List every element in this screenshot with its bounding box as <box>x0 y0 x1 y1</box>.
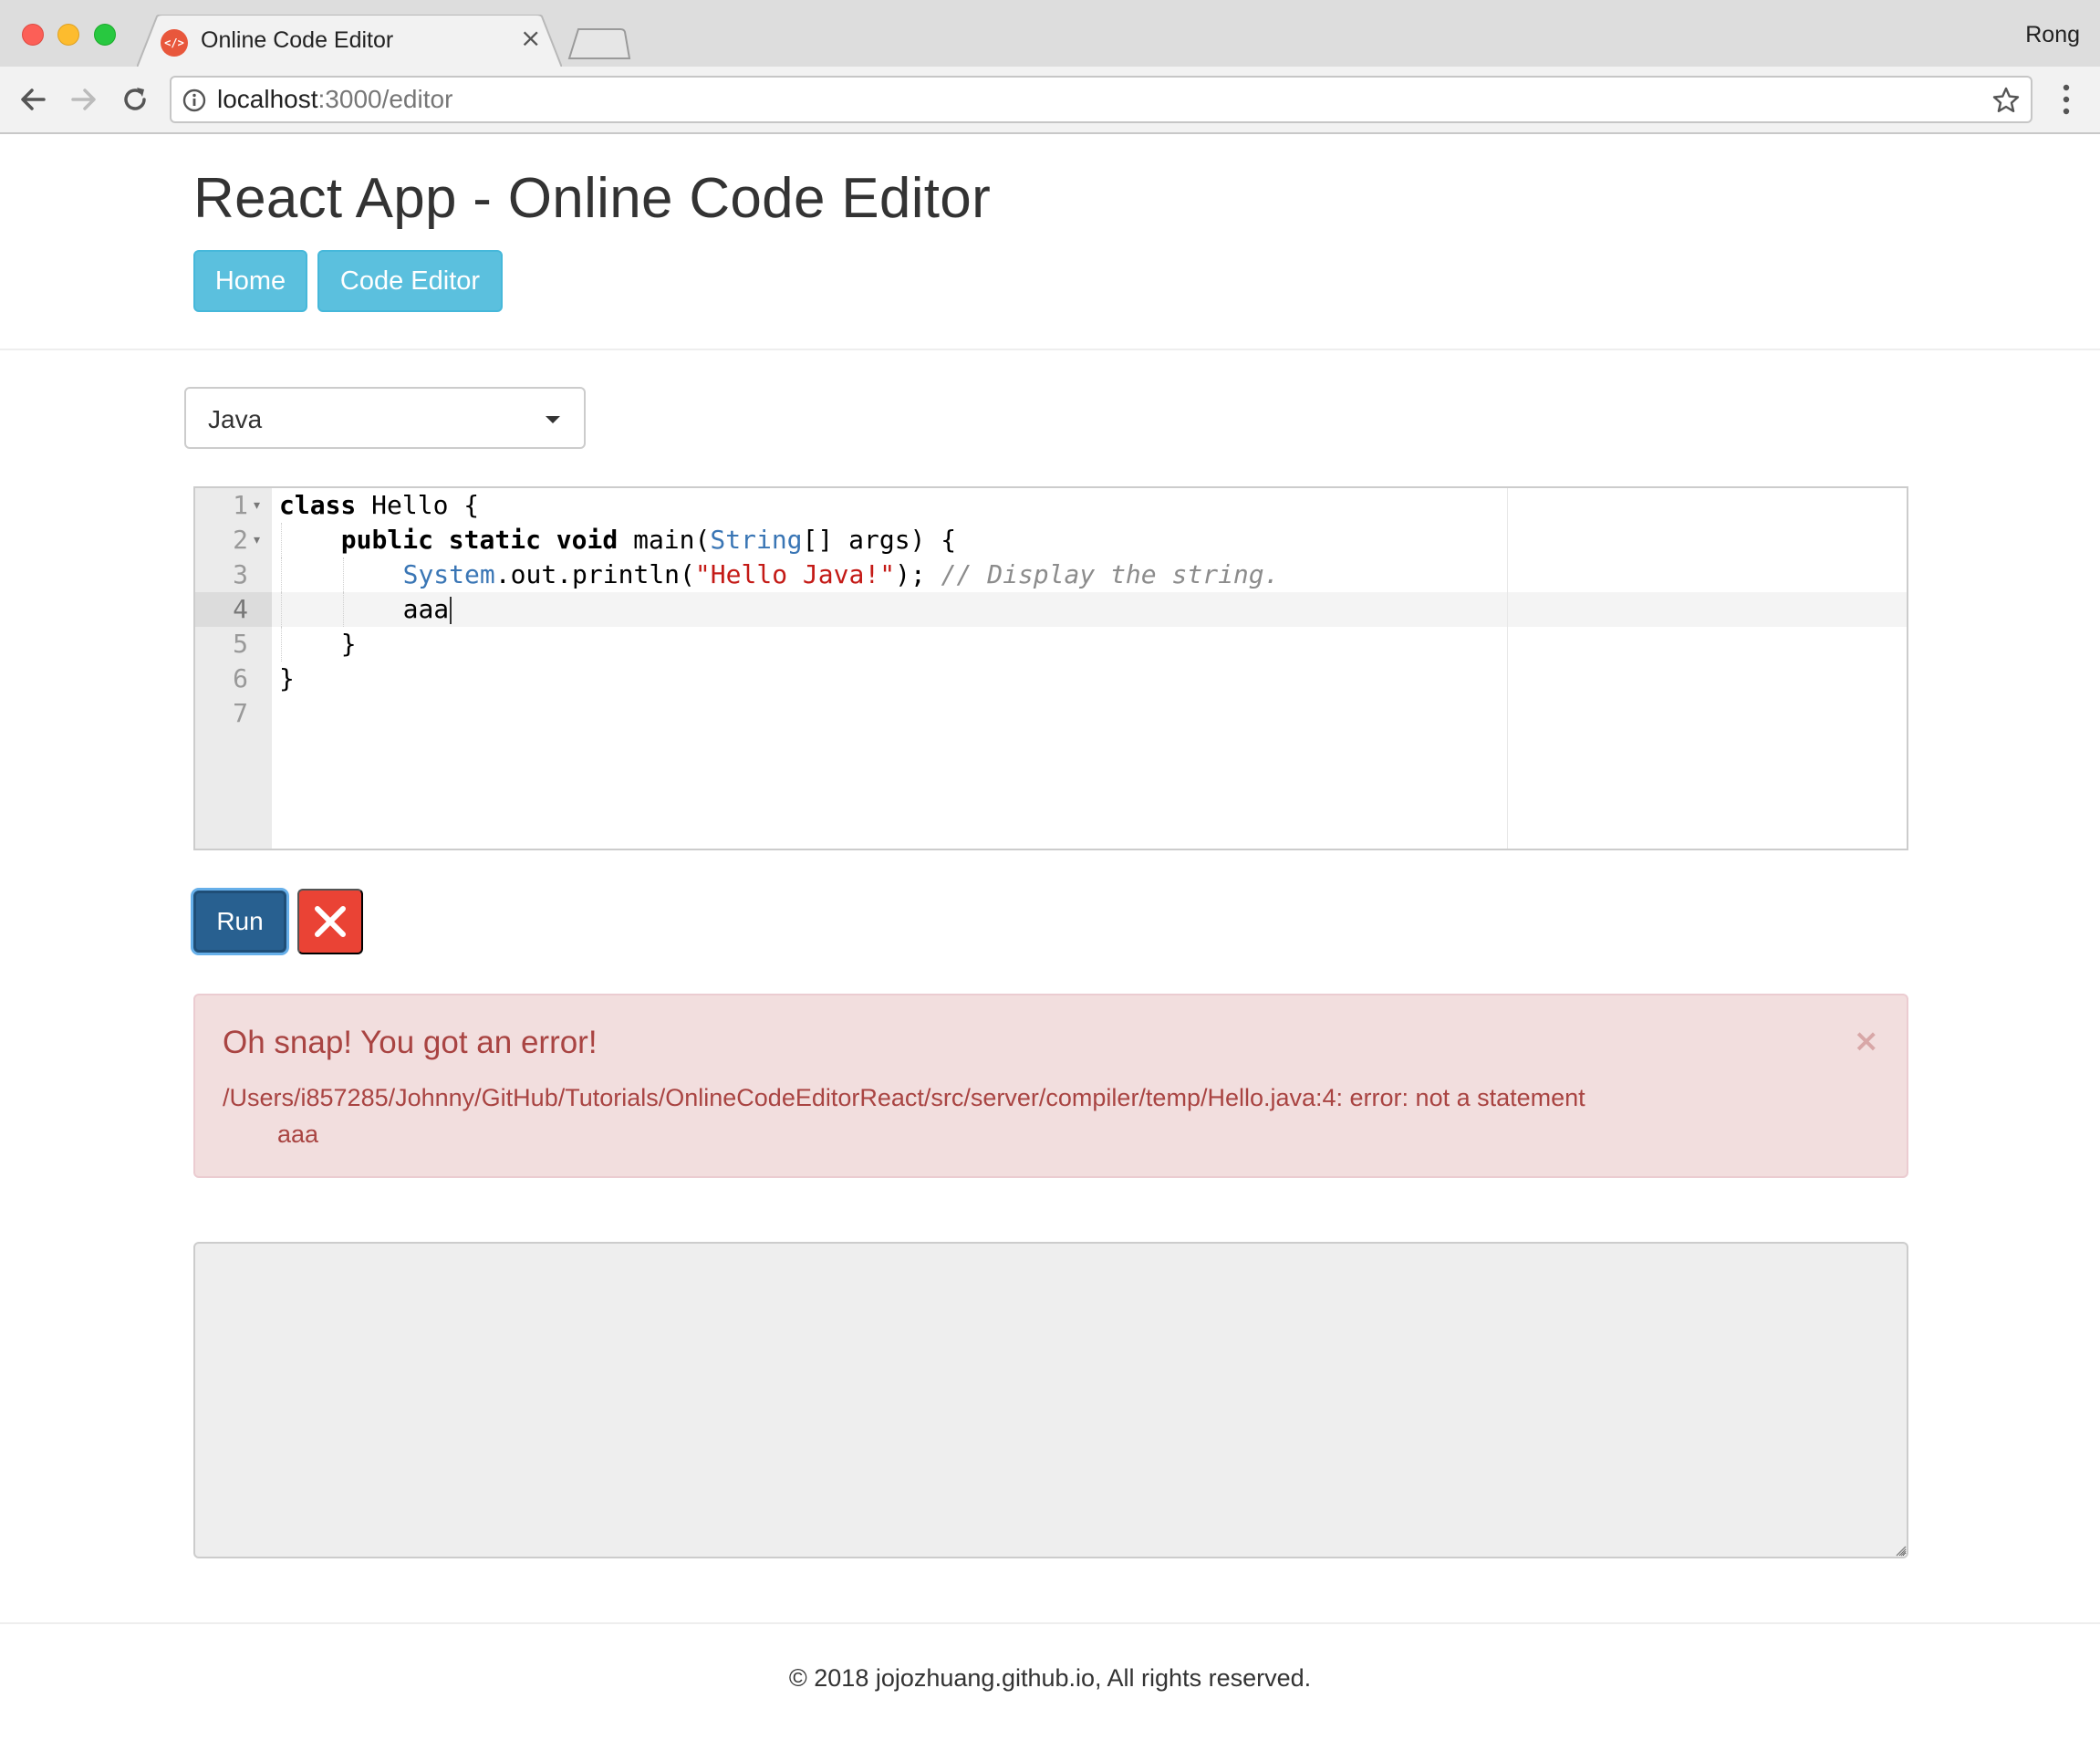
clear-button[interactable] <box>297 889 363 954</box>
code-token: "Hello Java!" <box>694 559 896 589</box>
browser-tab-active[interactable]: </> Online Code Editor × <box>137 15 562 68</box>
address-bar[interactable]: localhost:3000/editor <box>170 76 2032 123</box>
line-number: 4 <box>233 594 248 624</box>
code-text: public static void main(String[] args) { <box>341 523 956 557</box>
line-number: 2 <box>233 525 248 555</box>
new-tab-icon[interactable] <box>567 27 631 60</box>
code-token: public static void <box>340 525 619 555</box>
code-line: 2 ▾ public static void main(String[] args)… <box>195 523 1907 557</box>
forward-icon <box>71 89 96 110</box>
alert-message-line-2: aaa <box>223 1120 319 1148</box>
indent-guide <box>281 557 282 592</box>
alert-title: Oh snap! You got an error! <box>223 1025 598 1060</box>
url-text[interactable]: localhost:3000/editor <box>217 85 452 114</box>
close-icon <box>315 906 346 937</box>
code-line: 7 <box>195 696 1907 731</box>
code-token: } <box>340 629 357 659</box>
code-token: } <box>279 663 295 693</box>
url-path: :3000/editor <box>317 85 453 113</box>
code-line: 6} <box>195 662 1907 696</box>
resize-handle-icon[interactable] <box>1894 1544 1907 1557</box>
indent-guide <box>281 592 282 627</box>
code-token: .out.println( <box>494 559 695 589</box>
nav-home-button[interactable]: Home <box>193 250 307 312</box>
fold-arrow-icon[interactable]: ▾ <box>254 488 260 523</box>
code-favicon-icon: </> <box>161 29 188 57</box>
indent-guide <box>342 557 344 592</box>
code-token: aaa <box>402 594 450 624</box>
fold-arrow-icon[interactable]: ▾ <box>254 523 260 557</box>
line-number: 5 <box>233 629 248 659</box>
tab-title: Online Code Editor <box>201 27 394 53</box>
code-token: String <box>710 525 803 555</box>
window-close-icon[interactable] <box>22 24 44 46</box>
reload-button[interactable] <box>115 79 155 120</box>
alert-message: /Users/i857285/Johnny/GitHub/Tutorials/O… <box>223 1079 1585 1152</box>
page-title: React App - Online Code Editor <box>193 167 992 230</box>
window-zoom-icon[interactable] <box>94 24 116 46</box>
code-token: // Display the string. <box>941 559 1280 589</box>
output-textarea[interactable] <box>193 1242 1908 1558</box>
code-token: class <box>279 490 357 520</box>
line-number: 3 <box>233 559 248 589</box>
code-text: class Hello { <box>279 488 479 523</box>
code-text: aaa <box>403 592 452 627</box>
alert-message-line-1: /Users/i857285/Johnny/GitHub/Tutorials/O… <box>223 1084 1585 1111</box>
code-text: } <box>341 627 357 662</box>
error-alert: Oh snap! You got an error! × /Users/i857… <box>193 994 1908 1178</box>
url-host: localhost <box>217 85 318 113</box>
caret-down-icon <box>546 416 560 423</box>
code-line: 4 aaa <box>195 592 1907 627</box>
footer-divider <box>0 1622 2100 1624</box>
code-token: [] args) { <box>802 525 957 555</box>
code-token: Hello { <box>356 490 480 520</box>
menu-icon[interactable] <box>2053 83 2080 116</box>
line-number: 7 <box>233 698 248 728</box>
code-token: System <box>402 559 495 589</box>
header-divider <box>0 349 2100 350</box>
indent-guide <box>342 592 344 627</box>
code-text: System.out.println("Hello Java!"); // Di… <box>403 557 1280 592</box>
text-cursor <box>450 597 452 624</box>
reload-icon <box>124 88 146 110</box>
window-minimize-icon[interactable] <box>57 24 79 46</box>
indent-guide <box>281 627 282 662</box>
line-number: 1 <box>233 490 248 520</box>
browser-toolbar: localhost:3000/editor <box>0 67 2100 134</box>
code-editor[interactable]: 1 ▾ class Hello { 2 ▾ public static void main… <box>193 486 1908 850</box>
code-line: 3 System.out.println("Hello Java!"); // D… <box>195 557 1907 592</box>
line-number: 6 <box>233 663 248 693</box>
indent-guide <box>281 523 282 557</box>
alert-close-icon[interactable]: × <box>1854 1023 1880 1059</box>
back-icon <box>21 89 46 110</box>
code-text: } <box>279 662 295 696</box>
language-select-value: Java <box>208 405 263 433</box>
code-token: ); <box>895 559 941 589</box>
back-button[interactable] <box>13 79 53 120</box>
code-line: 1 ▾ class Hello { <box>195 488 1907 523</box>
code-token: main( <box>618 525 711 555</box>
language-select[interactable]: Java <box>184 387 586 449</box>
info-icon[interactable] <box>182 89 206 112</box>
tab-close-icon[interactable]: × <box>520 26 541 51</box>
star-icon[interactable] <box>1992 87 2020 114</box>
code-line: 5} <box>195 627 1907 662</box>
footer-text: © 2018 jojozhuang.github.io, All rights … <box>788 1664 1312 1692</box>
profile-name[interactable]: Rong <box>2025 22 2080 48</box>
run-button[interactable]: Run <box>193 891 286 953</box>
forward-button[interactable] <box>64 79 104 120</box>
browser-tab-bar: </> Online Code Editor × Rong <box>0 0 2100 68</box>
nav-code-editor-button[interactable]: Code Editor <box>317 250 503 312</box>
